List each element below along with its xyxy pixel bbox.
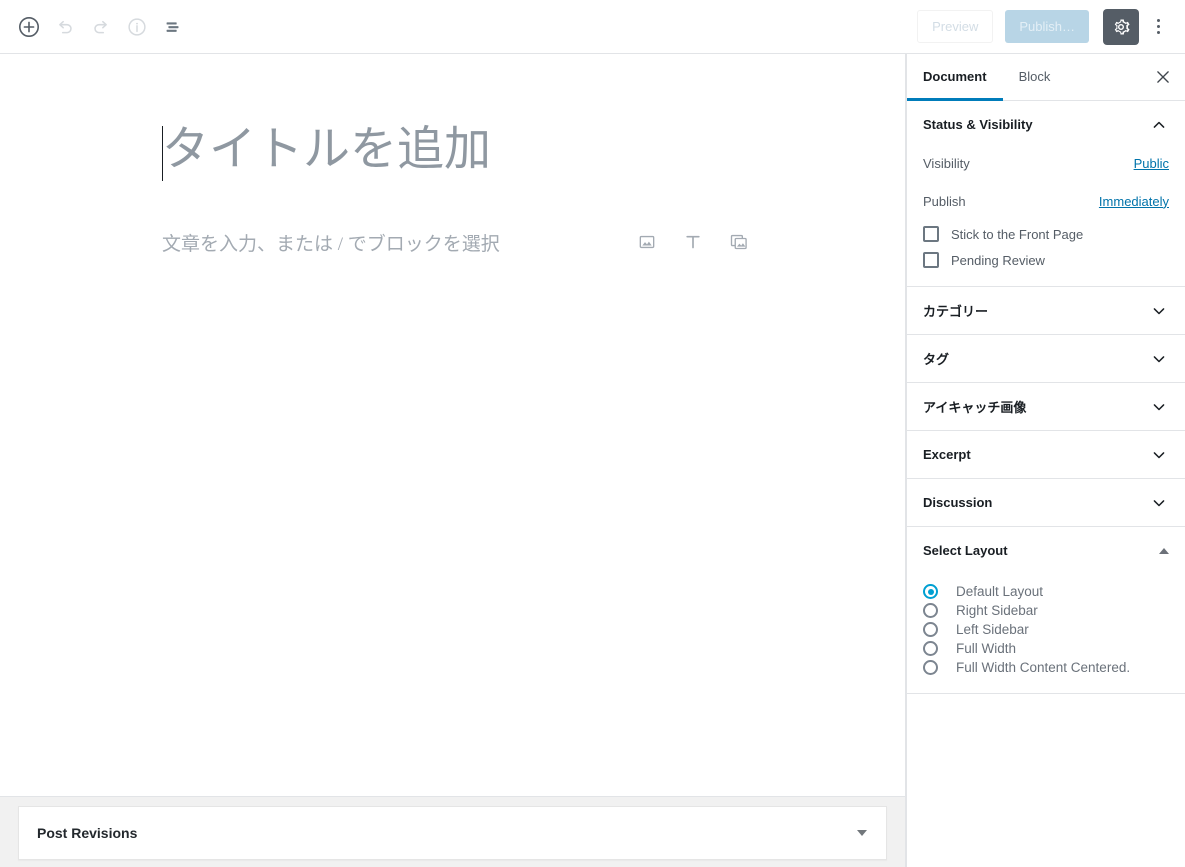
tab-block[interactable]: Block xyxy=(1003,54,1067,101)
panel-featured-image: アイキャッチ画像 xyxy=(907,383,1185,431)
radio-icon xyxy=(923,622,938,637)
radio-full-width-centered[interactable]: Full Width Content Centered. xyxy=(923,660,1169,675)
kebab-dot-3 xyxy=(1156,31,1160,34)
list-view-icon xyxy=(166,21,179,32)
radio-left-sidebar-label: Left Sidebar xyxy=(956,622,1029,637)
default-paragraph-block[interactable]: 文章を入力、または / でブロックを選択 xyxy=(162,222,752,262)
radio-full-width-centered-label: Full Width Content Centered. xyxy=(956,660,1131,675)
panel-tags: タグ xyxy=(907,335,1185,383)
radio-icon xyxy=(923,641,938,656)
checkbox-pending-label: Pending Review xyxy=(951,252,1045,268)
row-publish: Publish Immediately xyxy=(923,186,1169,216)
panel-featured-image-title: アイキャッチ画像 xyxy=(923,400,1027,415)
publish-value-button[interactable]: Immediately xyxy=(1099,194,1169,209)
checkbox-icon xyxy=(923,226,939,242)
plus-circle-icon xyxy=(19,16,39,37)
toolbar-left-group xyxy=(0,9,191,45)
post-title-input[interactable]: タイトルを追加 xyxy=(162,122,491,178)
panel-select-layout: Select Layout Default Layout Right Sideb… xyxy=(907,527,1185,694)
publish-label: Publish xyxy=(923,193,966,209)
metabox-area: Post Revisions xyxy=(0,796,906,867)
radio-default-layout[interactable]: Default Layout xyxy=(923,584,1169,599)
checkbox-icon-2 xyxy=(923,252,939,268)
gallery-block-icon[interactable] xyxy=(726,229,752,255)
panel-select-layout-header[interactable]: Select Layout xyxy=(907,527,1185,574)
undo-icon xyxy=(59,20,72,33)
panel-discussion-title: Discussion xyxy=(923,495,993,510)
panel-featured-image-header[interactable]: アイキャッチ画像 xyxy=(907,383,1185,430)
redo-button[interactable] xyxy=(83,9,119,45)
paragraph-block-icon[interactable] xyxy=(680,229,706,255)
panel-discussion-header[interactable]: Discussion xyxy=(907,479,1185,526)
visibility-label: Visibility xyxy=(923,155,970,171)
panel-excerpt-header[interactable]: Excerpt xyxy=(907,431,1185,478)
panel-categories-title: カテゴリー xyxy=(923,304,989,319)
visibility-value-button[interactable]: Public xyxy=(1134,156,1169,171)
chevron-down-icon xyxy=(1149,445,1169,465)
chevron-down-icon xyxy=(1149,493,1169,513)
layout-radio-group: Default Layout Right Sidebar Left Sideba… xyxy=(907,574,1185,693)
panel-title: Status & Visibility xyxy=(923,117,1033,132)
panel-status-visibility-body: Visibility Public Publish Immediately St… xyxy=(907,148,1185,286)
radio-right-sidebar-label: Right Sidebar xyxy=(956,603,1038,618)
row-visibility: Visibility Public xyxy=(923,148,1169,178)
panel-discussion: Discussion xyxy=(907,479,1185,527)
undo-button[interactable] xyxy=(47,9,83,45)
close-icon xyxy=(1157,71,1169,83)
metabox-title: Post Revisions xyxy=(37,825,138,841)
block-navigation-button[interactable] xyxy=(155,9,191,45)
chevron-down-icon xyxy=(1149,349,1169,369)
sidebar-tabs: Document Block xyxy=(907,54,1185,101)
radio-icon xyxy=(923,660,938,675)
editor-canvas: タイトルを追加 文章を入力、または / でブロックを選択 xyxy=(0,54,906,796)
tab-document[interactable]: Document xyxy=(907,54,1003,101)
radio-full-width[interactable]: Full Width xyxy=(923,641,1169,656)
image-block-icon[interactable] xyxy=(634,229,660,255)
content-info-button[interactable] xyxy=(119,9,155,45)
panel-tags-header[interactable]: タグ xyxy=(907,335,1185,382)
radio-selected-icon xyxy=(923,584,938,599)
panel-tags-title: タグ xyxy=(923,352,950,367)
kebab-dot-2 xyxy=(1156,25,1160,28)
metabox-toggle-button[interactable] xyxy=(850,821,874,845)
preview-button[interactable]: Preview xyxy=(917,10,994,43)
radio-default-layout-label: Default Layout xyxy=(956,584,1044,599)
radio-full-width-label: Full Width xyxy=(956,641,1017,656)
close-sidebar-button[interactable] xyxy=(1141,54,1185,100)
chevron-up-icon xyxy=(1149,115,1169,135)
publish-button[interactable]: Publish… xyxy=(1005,10,1089,43)
triangle-up-icon xyxy=(1159,547,1169,554)
panel-excerpt: Excerpt xyxy=(907,431,1185,479)
gutenberg-editor-window: Preview Publish… タイトルを追加 文章を入力、または / でブロ… xyxy=(0,0,1185,867)
chevron-down-icon xyxy=(1149,301,1169,321)
radio-right-sidebar[interactable]: Right Sidebar xyxy=(923,603,1169,618)
radio-left-sidebar[interactable]: Left Sidebar xyxy=(923,622,1169,637)
panel-select-layout-title: Select Layout xyxy=(923,543,1008,558)
more-menu-button[interactable] xyxy=(1141,9,1175,45)
toolbar-right-group: Preview Publish… xyxy=(917,8,1185,45)
triangle-down-icon xyxy=(857,830,867,836)
paragraph-placeholder: 文章を入力、または / でブロックを選択 xyxy=(162,233,500,255)
checkbox-sticky-label: Stick to the Front Page xyxy=(951,226,1084,242)
info-circle-icon xyxy=(128,17,146,36)
panel-status-visibility-header[interactable]: Status & Visibility xyxy=(907,101,1185,148)
quick-block-inserters xyxy=(634,229,752,255)
gear-icon xyxy=(1114,19,1130,34)
settings-sidebar: Document Block Status & Visibility Visib… xyxy=(906,54,1185,867)
redo-icon xyxy=(94,20,107,33)
panel-categories: カテゴリー xyxy=(907,287,1185,335)
editor-toolbar: Preview Publish… xyxy=(0,0,1185,54)
post-revisions-metabox: Post Revisions xyxy=(18,806,887,860)
checkbox-pending-review[interactable]: Pending Review xyxy=(923,252,1169,268)
radio-icon xyxy=(923,603,938,618)
panel-excerpt-title: Excerpt xyxy=(923,447,971,462)
settings-button[interactable] xyxy=(1103,8,1139,45)
panel-status-visibility: Status & Visibility Visibility Public Pu… xyxy=(907,101,1185,287)
kebab-menu-icon xyxy=(1156,19,1160,22)
panel-categories-header[interactable]: カテゴリー xyxy=(907,287,1185,334)
checkbox-sticky[interactable]: Stick to the Front Page xyxy=(923,226,1169,242)
chevron-down-icon xyxy=(1149,397,1169,417)
add-block-button[interactable] xyxy=(11,9,47,45)
